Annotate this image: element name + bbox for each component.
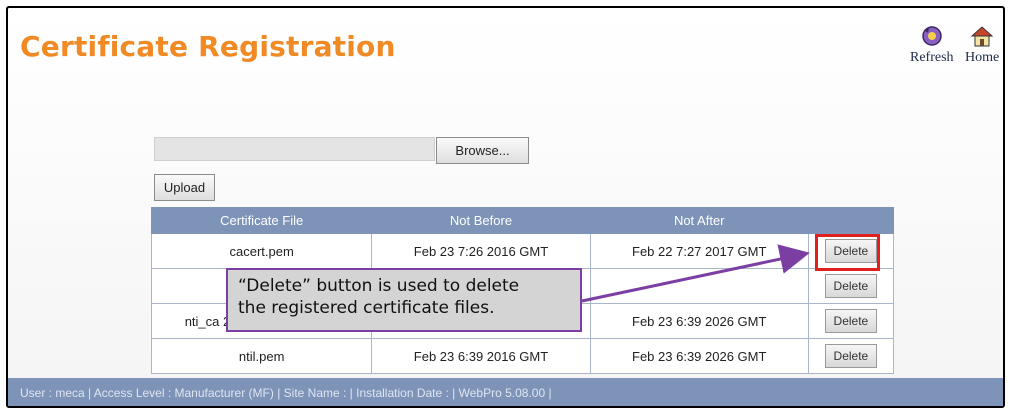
header-not-before: Not Before: [371, 207, 591, 234]
cert-file-cell: ntil.pem: [150, 338, 373, 374]
not-before-cell: Feb 23 6:39 2016 GMT: [371, 338, 591, 374]
file-path-input[interactable]: [154, 137, 435, 161]
header-not-after: Not After: [589, 207, 809, 234]
delete-button[interactable]: Delete: [824, 344, 877, 368]
not-after-cell: Feb 23 6:39 2026 GMT: [589, 338, 809, 374]
not-after-cell: Feb 23 6:39 2026 GMT: [589, 303, 809, 339]
home-icon: [970, 26, 994, 47]
delete-button[interactable]: Delete: [824, 309, 877, 333]
delete-button[interactable]: Delete: [824, 239, 877, 263]
action-cell: Delete: [807, 303, 895, 339]
delete-button[interactable]: Delete: [824, 274, 877, 298]
status-bar: User : meca | Access Level : Manufacture…: [8, 378, 1003, 406]
callout-line-1: “Delete” button is used to delete: [238, 276, 520, 296]
header-action: [807, 207, 895, 234]
action-cell: Delete: [807, 338, 895, 374]
table-row: ntil.pem Feb 23 6:39 2016 GMT Feb 23 6:3…: [150, 338, 895, 374]
table-row: cacert.pem Feb 23 7:26 2016 GMT Feb 22 7…: [150, 233, 895, 269]
not-after-cell: Feb 22 7:27 2017 GMT: [589, 233, 809, 269]
action-cell: Delete: [807, 233, 895, 269]
action-cell: Delete: [807, 268, 895, 304]
table-header-row: Certificate File Not Before Not After: [150, 207, 895, 234]
refresh-label: Refresh: [910, 50, 954, 65]
home-label: Home: [965, 50, 1000, 65]
page-title: Certificate Registration: [20, 30, 396, 63]
browse-button[interactable]: Browse...: [436, 137, 529, 164]
refresh-button[interactable]: Refresh: [910, 24, 954, 66]
cert-file-cell: cacert.pem: [150, 233, 373, 269]
header-certificate-file: Certificate File: [150, 207, 373, 234]
callout-line-2: the registered certificate files.: [238, 298, 495, 318]
home-button[interactable]: Home: [965, 24, 999, 66]
refresh-icon: [922, 26, 942, 46]
annotation-callout: “Delete” button is used to delete the re…: [226, 268, 582, 332]
not-before-cell: Feb 23 7:26 2016 GMT: [371, 233, 591, 269]
not-after-cell: [589, 268, 809, 304]
upload-button[interactable]: Upload: [154, 174, 215, 201]
certificate-registration-window: Certificate Registration Refresh Home Br…: [6, 6, 1005, 408]
